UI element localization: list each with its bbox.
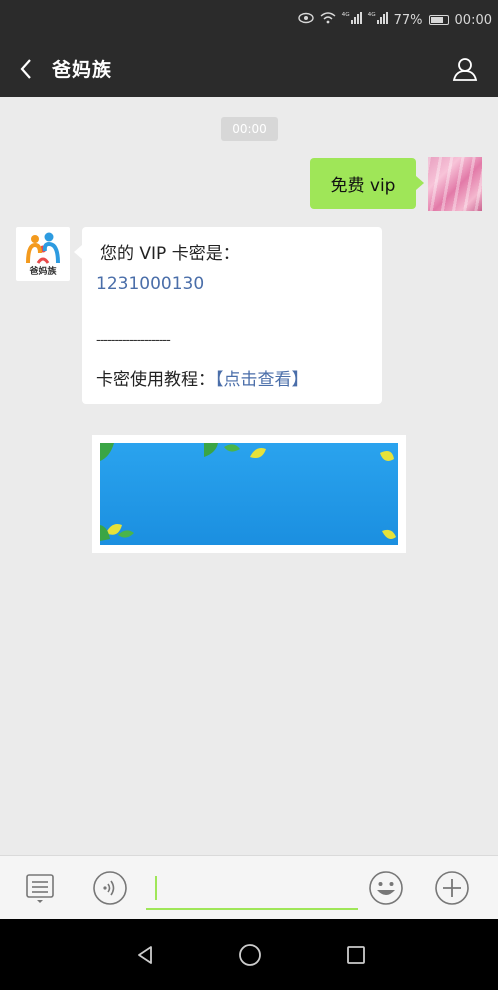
- plus-icon: [435, 871, 469, 905]
- square-recents-icon: [347, 946, 365, 964]
- my-avatar[interactable]: [428, 157, 482, 211]
- wifi-icon: [320, 12, 336, 28]
- emoji-button[interactable]: [366, 868, 406, 908]
- voice-icon: [93, 871, 127, 905]
- input-bar: [0, 855, 498, 919]
- incoming-message-bubble[interactable]: 您的 VIP 卡密是： 1231000130 -----------------…: [74, 227, 382, 404]
- signal-b-label: ⁴ᴳ: [367, 12, 376, 22]
- signal-icon: ⁴ᴳ: [342, 12, 362, 28]
- outgoing-message-text: 免费 vip: [330, 176, 396, 196]
- list-menu-icon: [26, 874, 54, 903]
- emoji-icon: [369, 871, 403, 905]
- plus-button[interactable]: [432, 868, 472, 908]
- triangle-back-icon: [138, 946, 152, 964]
- menu-toggle-button[interactable]: [20, 868, 60, 908]
- nav-back-button[interactable]: [125, 935, 165, 975]
- chevron-left-icon: [20, 58, 31, 79]
- divider-text: --------------------: [96, 333, 171, 348]
- status-time: 00:00: [454, 12, 492, 28]
- tutorial-link[interactable]: 【点击查看】: [215, 370, 309, 390]
- sender-logo-text: 爸妈族: [29, 267, 57, 277]
- text-cursor: [155, 876, 157, 900]
- chat-title: 爸妈族: [52, 59, 113, 81]
- sender-avatar[interactable]: 爸妈族: [16, 227, 70, 281]
- back-button[interactable]: [0, 40, 52, 97]
- voice-button[interactable]: [90, 868, 130, 908]
- eye-icon: [297, 12, 314, 28]
- message-input[interactable]: [146, 870, 358, 910]
- status-bar: ⁴ᴳ ⁴ᴳ 77% 00:00: [0, 0, 498, 40]
- person-icon: [452, 58, 478, 81]
- signal-a-label: ⁴ᴳ: [341, 12, 350, 22]
- tutorial-label: 卡密使用教程：: [96, 370, 215, 390]
- battery-percent: 77%: [393, 12, 423, 28]
- outgoing-message-bubble[interactable]: 免费 vip: [310, 158, 424, 209]
- vip-intro-text: 您的 VIP 卡密是：: [100, 244, 240, 264]
- system-nav-bar: [0, 919, 498, 990]
- message-timestamp: 00:00: [221, 117, 278, 141]
- image-message[interactable]: [92, 435, 406, 553]
- nav-home-button[interactable]: [230, 935, 270, 975]
- title-bar: 爸妈族: [0, 40, 498, 97]
- leaf-banner-image: [100, 443, 398, 545]
- battery-icon: [428, 15, 449, 25]
- family-logo-icon: [26, 232, 60, 264]
- tutorial-line: 卡密使用教程：【点击查看】: [96, 369, 309, 391]
- circle-home-icon: [239, 944, 261, 966]
- signal-icon: ⁴ᴳ: [368, 12, 388, 28]
- nav-recents-button[interactable]: [336, 935, 376, 975]
- vip-code[interactable]: 1231000130: [96, 273, 204, 295]
- chat-area[interactable]: 00:00 免费 vip 爸妈族 您的 VIP 卡密是： 1231000130 …: [0, 97, 498, 855]
- profile-button[interactable]: [450, 54, 480, 84]
